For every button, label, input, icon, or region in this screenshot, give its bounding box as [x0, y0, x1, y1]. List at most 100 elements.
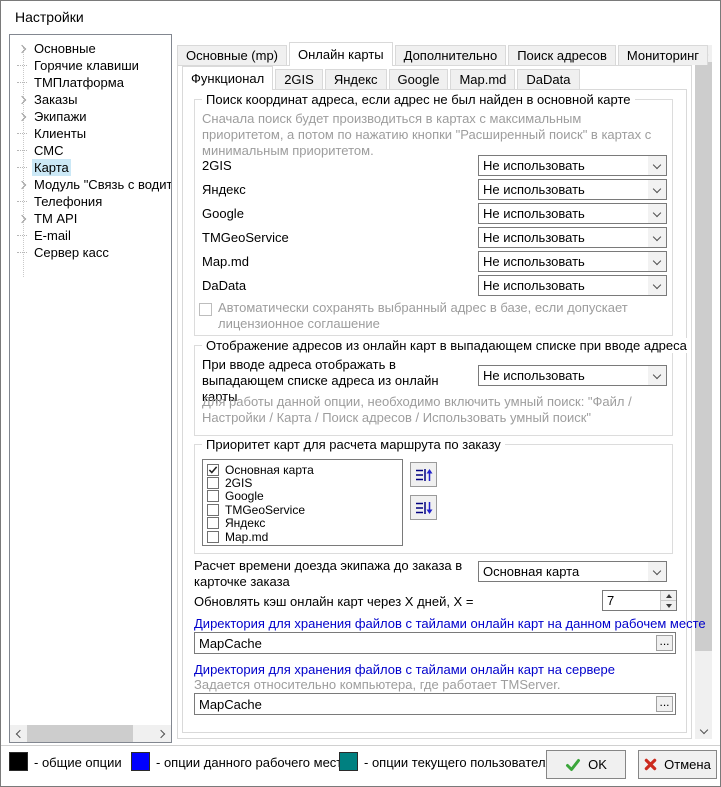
expand-chevron-icon[interactable] [12, 97, 32, 103]
tab-main-mp[interactable]: Основные (mp) [177, 45, 287, 65]
subtab-yandex[interactable]: Яндекс [325, 69, 387, 89]
chevron-down-icon [648, 252, 666, 271]
combo-dadata[interactable]: Не использовать [478, 275, 667, 296]
label-2gis: 2GIS [202, 158, 232, 173]
combo-2gis[interactable]: Не использовать [478, 155, 667, 176]
dir-local-input[interactable] [194, 632, 676, 654]
settings-tree: Основные Горячие клавиши ТМПлатформа Зак… [9, 34, 172, 743]
list-item-google[interactable]: Google [207, 490, 398, 503]
subtab-google[interactable]: Google [389, 69, 449, 89]
chevron-down-icon[interactable] [695, 722, 712, 739]
dotted-connector-icon [12, 65, 32, 66]
legend-swatch-workstation [131, 752, 150, 771]
sidebar-item-map[interactable]: Карта [12, 159, 170, 176]
expand-chevron-icon[interactable] [12, 182, 32, 188]
list-item-tmgeoservice[interactable]: TMGeoService [207, 503, 398, 516]
move-up-button[interactable] [410, 462, 437, 487]
browse-local-button[interactable]: ... [656, 635, 673, 651]
expand-chevron-icon[interactable] [12, 46, 32, 52]
cross-icon [644, 758, 657, 771]
dotted-connector-icon [12, 167, 32, 168]
dir-server-note: Задается относительно компьютера, где ра… [194, 677, 664, 693]
spin-down-button[interactable] [661, 601, 676, 610]
sidebar-item-orders[interactable]: Заказы [12, 91, 170, 108]
list-item-2gis[interactable]: 2GIS [207, 476, 398, 489]
dir-server-input[interactable] [194, 693, 676, 715]
legend-label-workstation: - опции данного рабочего места [156, 755, 349, 770]
sidebar-item-driver-link-module[interactable]: Модуль "Связь с водителя [12, 176, 170, 193]
autosave-checkbox-label: Автоматически сохранять выбранный адрес … [218, 300, 666, 332]
legend-swatch-common [9, 752, 28, 771]
expand-chevron-icon[interactable] [12, 216, 32, 222]
smart-search-note: Для работы данной опции, необходимо вклю… [202, 394, 668, 426]
move-down-icon [415, 501, 433, 515]
label-dadata: DaData [202, 278, 246, 293]
sidebar-item-hotkeys[interactable]: Горячие клавиши [12, 57, 170, 74]
sidebar-item-tmplatform[interactable]: ТМПлатформа [12, 74, 170, 91]
sidebar-item-crews[interactable]: Экипажи [12, 108, 170, 125]
eta-label: Расчет времени доезда экипажа до заказа … [194, 558, 476, 590]
combo-yandex[interactable]: Не использовать [478, 179, 667, 200]
spin-up-button[interactable] [661, 591, 676, 601]
tab-monitoring[interactable]: Мониторинг [618, 45, 708, 65]
scrollbar-thumb[interactable] [27, 725, 133, 742]
coordinate-search-note: Сначала поиск будет производиться в карт… [202, 111, 666, 159]
sidebar-item-email[interactable]: E-mail [12, 227, 170, 244]
group-title: Отображение адресов из онлайн карт в вып… [202, 338, 691, 353]
tab-additional[interactable]: Дополнительно [395, 45, 507, 65]
dotted-connector-icon [12, 235, 32, 236]
sidebar-item-clients[interactable]: Клиенты [12, 125, 170, 142]
cache-days-value: 7 [603, 591, 660, 610]
google-checkbox[interactable] [207, 490, 219, 502]
autosave-checkbox [199, 303, 212, 316]
combo-eta-map[interactable]: Основная карта [478, 561, 667, 582]
legend-swatch-user [339, 752, 358, 771]
triangle-down-icon [666, 604, 672, 608]
dir-local-label: Директория для хранения файлов с тайлами… [194, 616, 706, 631]
subtab-functional[interactable]: Функционал [182, 66, 273, 90]
cache-days-label: Обновлять кэш онлайн карт через X дней, … [194, 594, 473, 609]
subtab-dadata[interactable]: DaData [517, 69, 579, 89]
footer-bar: - общие опции - опции данного рабочего м… [1, 745, 720, 787]
list-item-main-map[interactable]: Основная карта [207, 463, 398, 476]
2gis-checkbox[interactable] [207, 477, 219, 489]
tab-online-maps[interactable]: Онлайн карты [289, 42, 393, 66]
tmgeoservice-checkbox[interactable] [207, 504, 219, 516]
expand-chevron-icon[interactable] [12, 114, 32, 120]
check-icon [565, 758, 581, 772]
combo-tmgeoservice[interactable]: Не использовать [478, 227, 667, 248]
sidebar-item-telephony[interactable]: Телефония [12, 193, 170, 210]
sidebar-item-tm-api[interactable]: ТМ API [12, 210, 170, 227]
list-item-yandex[interactable]: Яндекс [207, 517, 398, 530]
main-map-checkbox[interactable] [207, 464, 219, 476]
window-title: Настройки [15, 9, 84, 25]
browse-server-button[interactable]: ... [656, 696, 673, 712]
chevron-left-icon[interactable] [10, 725, 27, 742]
tree-horizontal-scrollbar[interactable] [10, 725, 171, 742]
combo-mapmd[interactable]: Не использовать [478, 251, 667, 272]
list-item-mapmd[interactable]: Map.md [207, 530, 398, 543]
inner-tab-bar: Функционал 2GIS Яндекс Google Map.md DaD… [182, 66, 580, 90]
subtab-2gis[interactable]: 2GIS [275, 69, 323, 89]
ok-button[interactable]: OK [546, 750, 626, 779]
dir-server-label: Директория для хранения файлов с тайлами… [194, 662, 615, 677]
tab-address-search[interactable]: Поиск адресов [508, 45, 616, 65]
yandex-checkbox[interactable] [207, 517, 219, 529]
subtab-mapmd[interactable]: Map.md [450, 69, 515, 89]
cancel-button[interactable]: Отмена [638, 750, 717, 779]
combo-dropdown-addresses[interactable]: Не использовать [478, 365, 667, 386]
scrollbar-thumb[interactable] [695, 62, 712, 651]
sidebar-item-cash-server[interactable]: Сервер касс [12, 244, 170, 261]
sidebar-item-sms[interactable]: СМС [12, 142, 170, 159]
legend-label-user: - опции текущего пользователя [364, 755, 553, 770]
vertical-scrollbar[interactable] [695, 45, 712, 739]
sidebar-item-general[interactable]: Основные [12, 40, 170, 57]
move-down-button[interactable] [410, 495, 437, 520]
cache-days-stepper[interactable]: 7 [602, 590, 677, 611]
dotted-connector-icon [12, 150, 32, 151]
combo-google[interactable]: Не использовать [478, 203, 667, 224]
legend-label-common: - общие опции [34, 755, 122, 770]
chevron-down-icon [648, 204, 666, 223]
mapmd-checkbox[interactable] [207, 531, 219, 543]
chevron-right-icon[interactable] [154, 725, 171, 742]
